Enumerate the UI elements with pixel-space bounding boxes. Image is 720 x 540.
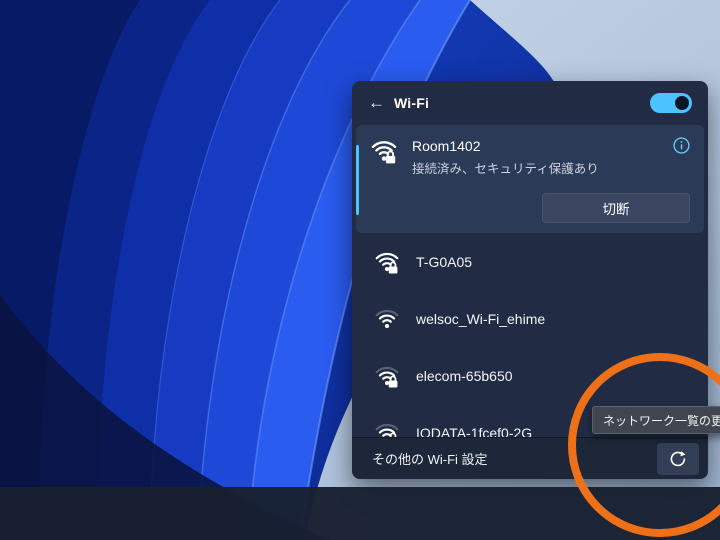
connected-network-card[interactable]: Room1402 接続済み、セキュリティ保護あり 切断 [356, 125, 704, 233]
network-ssid: elecom-65b650 [416, 367, 513, 384]
tooltip: ネットワーク一覧の更新 [592, 406, 720, 434]
wifi-toggle[interactable] [650, 93, 692, 113]
refresh-icon [670, 451, 686, 467]
wifi-secured-icon [371, 141, 397, 164]
more-wifi-settings-link[interactable]: その他の Wi-Fi 設定 [372, 449, 488, 468]
info-icon[interactable] [673, 137, 690, 157]
page-title: Wi-Fi [394, 95, 430, 111]
wifi-secured-icon [375, 252, 399, 273]
network-row-t-g0a05[interactable]: T-G0A05 [352, 233, 708, 290]
wifi-secured-icon [375, 366, 399, 387]
network-ssid: welsoc_Wi-Fi_ehime [416, 310, 546, 327]
selection-accent-bar [356, 145, 359, 215]
taskbar: X 17 ⟳ [0, 487, 720, 540]
network-row-elecom[interactable]: elecom-65b650 [352, 347, 708, 404]
refresh-network-list-button[interactable] [657, 443, 699, 475]
network-ssid: T-G0A05 [416, 253, 473, 270]
desktop: ← Wi-Fi Room1402 接続済み、セキュリティ保護あり 切断 T-G0… [0, 0, 720, 540]
wifi-panel-footer: その他の Wi-Fi 設定 [352, 437, 708, 479]
toggle-knob [675, 96, 689, 110]
network-row-welsoc[interactable]: welsoc_Wi-Fi_ehime [352, 290, 708, 347]
disconnect-button[interactable]: 切断 [542, 193, 690, 223]
wifi-panel-header: ← Wi-Fi [352, 81, 708, 125]
back-button[interactable]: ← [368, 93, 394, 113]
connected-ssid: Room1402 [412, 138, 481, 154]
connection-status: 接続済み、セキュリティ保護あり [412, 162, 599, 176]
wifi-open-icon [375, 309, 399, 328]
